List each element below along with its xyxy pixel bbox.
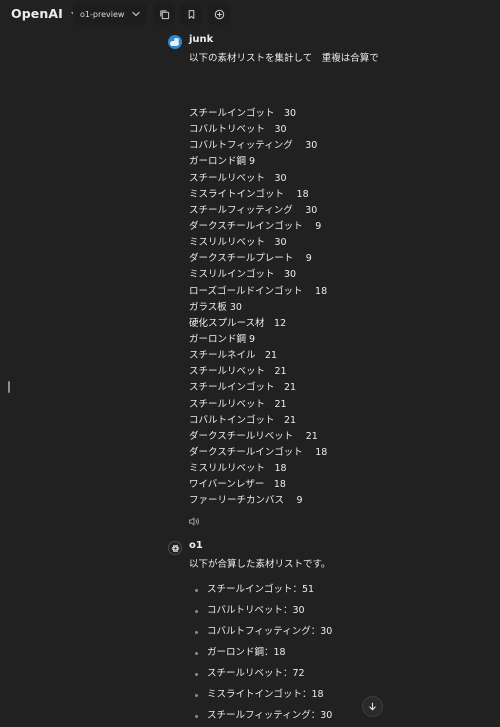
arrow-down-icon bbox=[368, 702, 377, 711]
list-item: ミスリルリベット 30 bbox=[189, 237, 287, 249]
list-item: ダークスチールリベット 21 bbox=[189, 430, 318, 442]
list-item: ガーロンド鋼 9 bbox=[189, 333, 256, 345]
list-item: ガラス板 30 bbox=[189, 301, 242, 313]
list-item-text: コバルトフィッティング：30 bbox=[207, 626, 333, 637]
list-item: スチールインゴット：51 bbox=[195, 582, 332, 603]
list-item-text: スチールインゴット：51 bbox=[207, 584, 315, 595]
list-item: スチールフィッティング 30 bbox=[189, 204, 318, 216]
user-message-intro: 以下の素材リストを集計して 重複は合算で bbox=[189, 53, 379, 64]
plus-circle-icon bbox=[214, 9, 225, 20]
model-name: o1-preview bbox=[80, 9, 125, 19]
assistant-result-list: スチールインゴット：51 コバルトリベット：30 コバルトフィッティング：30 … bbox=[195, 582, 332, 727]
list-item-text: スチールフィッティング：30 bbox=[207, 710, 333, 721]
model-selector[interactable]: o1-preview bbox=[73, 3, 147, 25]
scroll-to-bottom-button[interactable] bbox=[362, 696, 383, 717]
list-item: スチールリベット 30 bbox=[189, 172, 287, 184]
list-item: ワイバーンレザー 18 bbox=[189, 479, 286, 491]
brand-name: OpenAI bbox=[11, 6, 63, 21]
list-item: ダークスチールプレート 9 bbox=[189, 253, 312, 265]
copy-button[interactable] bbox=[153, 3, 175, 25]
list-item: ダークスチールインゴット 18 bbox=[189, 446, 328, 458]
user-avatar bbox=[168, 35, 182, 49]
list-item: スチールリベット 21 bbox=[189, 366, 287, 378]
read-aloud-button[interactable] bbox=[188, 516, 200, 527]
list-item: コバルトリベット 30 bbox=[189, 124, 287, 136]
bookmark-button[interactable] bbox=[180, 3, 202, 25]
speaker-icon bbox=[188, 516, 200, 527]
sidebar-resize-handle[interactable] bbox=[8, 381, 10, 393]
list-item: ガーロンド鋼：18 bbox=[195, 645, 332, 666]
assistant-message-intro: 以下が合算した素材リストです。 bbox=[189, 559, 331, 570]
user-author-name: junk bbox=[189, 34, 214, 45]
assistant-avatar bbox=[168, 541, 182, 555]
list-item: 硬化スプルース材 12 bbox=[189, 317, 287, 329]
list-item: スチールインゴット 30 bbox=[189, 108, 297, 119]
list-item: スチールネイル 21 bbox=[189, 350, 278, 362]
openai-logo-icon bbox=[171, 544, 180, 553]
user-material-list: スチールインゴット 30 コバルトリベット 30 コバルトフィッティング 30 … bbox=[189, 106, 327, 510]
list-item: コバルトリベット：30 bbox=[195, 603, 332, 624]
list-item-text: コバルトリベット：30 bbox=[207, 605, 305, 616]
list-item-text: ミスライトインゴット：18 bbox=[207, 689, 324, 700]
new-chat-button[interactable] bbox=[208, 3, 230, 25]
list-item: スチールリベット：72 bbox=[195, 666, 332, 687]
list-item: スチールフィッティング：30 bbox=[195, 708, 332, 727]
list-item: コバルトインゴット 21 bbox=[189, 414, 297, 426]
list-item: ダークスチールインゴット 9 bbox=[189, 220, 322, 232]
bookmark-icon bbox=[186, 9, 197, 20]
list-item: ミスライトインゴット：18 bbox=[195, 687, 332, 708]
list-item: ローズゴールドインゴット 18 bbox=[189, 285, 328, 297]
list-item: コバルトフィッティング：30 bbox=[195, 624, 332, 645]
copy-icon bbox=[159, 9, 170, 20]
assistant-author-name: o1 bbox=[189, 540, 203, 551]
list-item-text: ガーロンド鋼：18 bbox=[207, 647, 286, 658]
list-item: コバルトフィッティング 30 bbox=[189, 140, 318, 152]
chevron-down-icon bbox=[131, 9, 141, 19]
list-item: ガーロンド鋼 9 bbox=[189, 156, 256, 168]
list-item: スチールリベット 21 bbox=[189, 398, 287, 410]
top-bar: OpenAI o1-preview bbox=[0, 0, 500, 30]
list-item: ファーリーチカンバス 9 bbox=[189, 495, 303, 507]
list-item: ミスリルインゴット 30 bbox=[189, 269, 297, 281]
list-item-text: スチールリベット：72 bbox=[207, 668, 305, 679]
list-item: ミスライトインゴット 18 bbox=[189, 188, 309, 200]
list-item: ミスリルリベット 18 bbox=[189, 463, 287, 475]
list-item: スチールインゴット 21 bbox=[189, 382, 297, 394]
brand-menu[interactable]: OpenAI bbox=[11, 6, 80, 21]
